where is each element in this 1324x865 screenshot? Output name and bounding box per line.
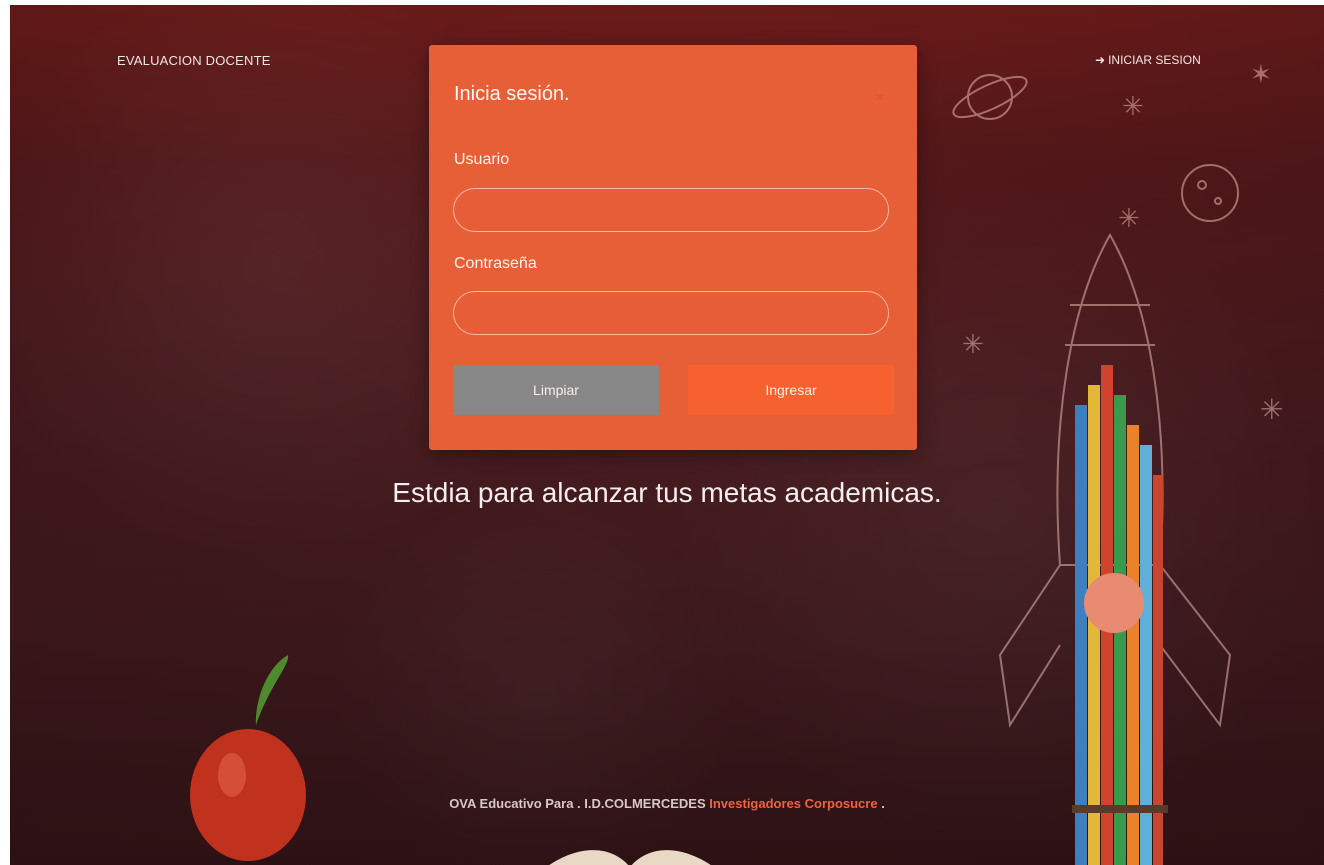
footer: OVA Educativo Para . I.D.COLMERCEDES Inv… — [10, 796, 1324, 811]
close-icon[interactable]: × — [875, 89, 884, 106]
hero-tagline: Estdia para alcanzar tus metas academica… — [392, 477, 942, 508]
footer-text: OVA Educativo Para . I.D.COLMERCEDES — [449, 796, 710, 811]
footer-credit-link[interactable]: Investigadores Corposucre — [709, 796, 877, 811]
password-input[interactable] — [453, 291, 889, 335]
brand-link[interactable]: EVALUACION DOCENTE — [117, 53, 271, 68]
login-link[interactable]: ➜ INICIAR SESION — [1095, 53, 1201, 67]
login-modal: Inicia sesión. × Usuario Contraseña Limp… — [429, 45, 917, 450]
password-label: Contraseña — [454, 255, 537, 272]
clear-button[interactable]: Limpiar — [453, 365, 659, 415]
sign-in-icon: ➜ — [1095, 53, 1106, 67]
footer-suffix: . — [877, 796, 885, 811]
page-background: ✶ ✳ ✳ ✳ ✳ EVALUACION DOCENTE ➜ INICIAR S… — [10, 5, 1324, 865]
login-link-label: INICIAR SESION — [1108, 53, 1201, 67]
username-label: Usuario — [454, 151, 510, 168]
submit-button[interactable]: Ingresar — [688, 365, 894, 415]
modal-title: Inicia sesión. — [454, 83, 570, 105]
username-input[interactable] — [453, 188, 889, 232]
open-book-image — [549, 850, 711, 865]
